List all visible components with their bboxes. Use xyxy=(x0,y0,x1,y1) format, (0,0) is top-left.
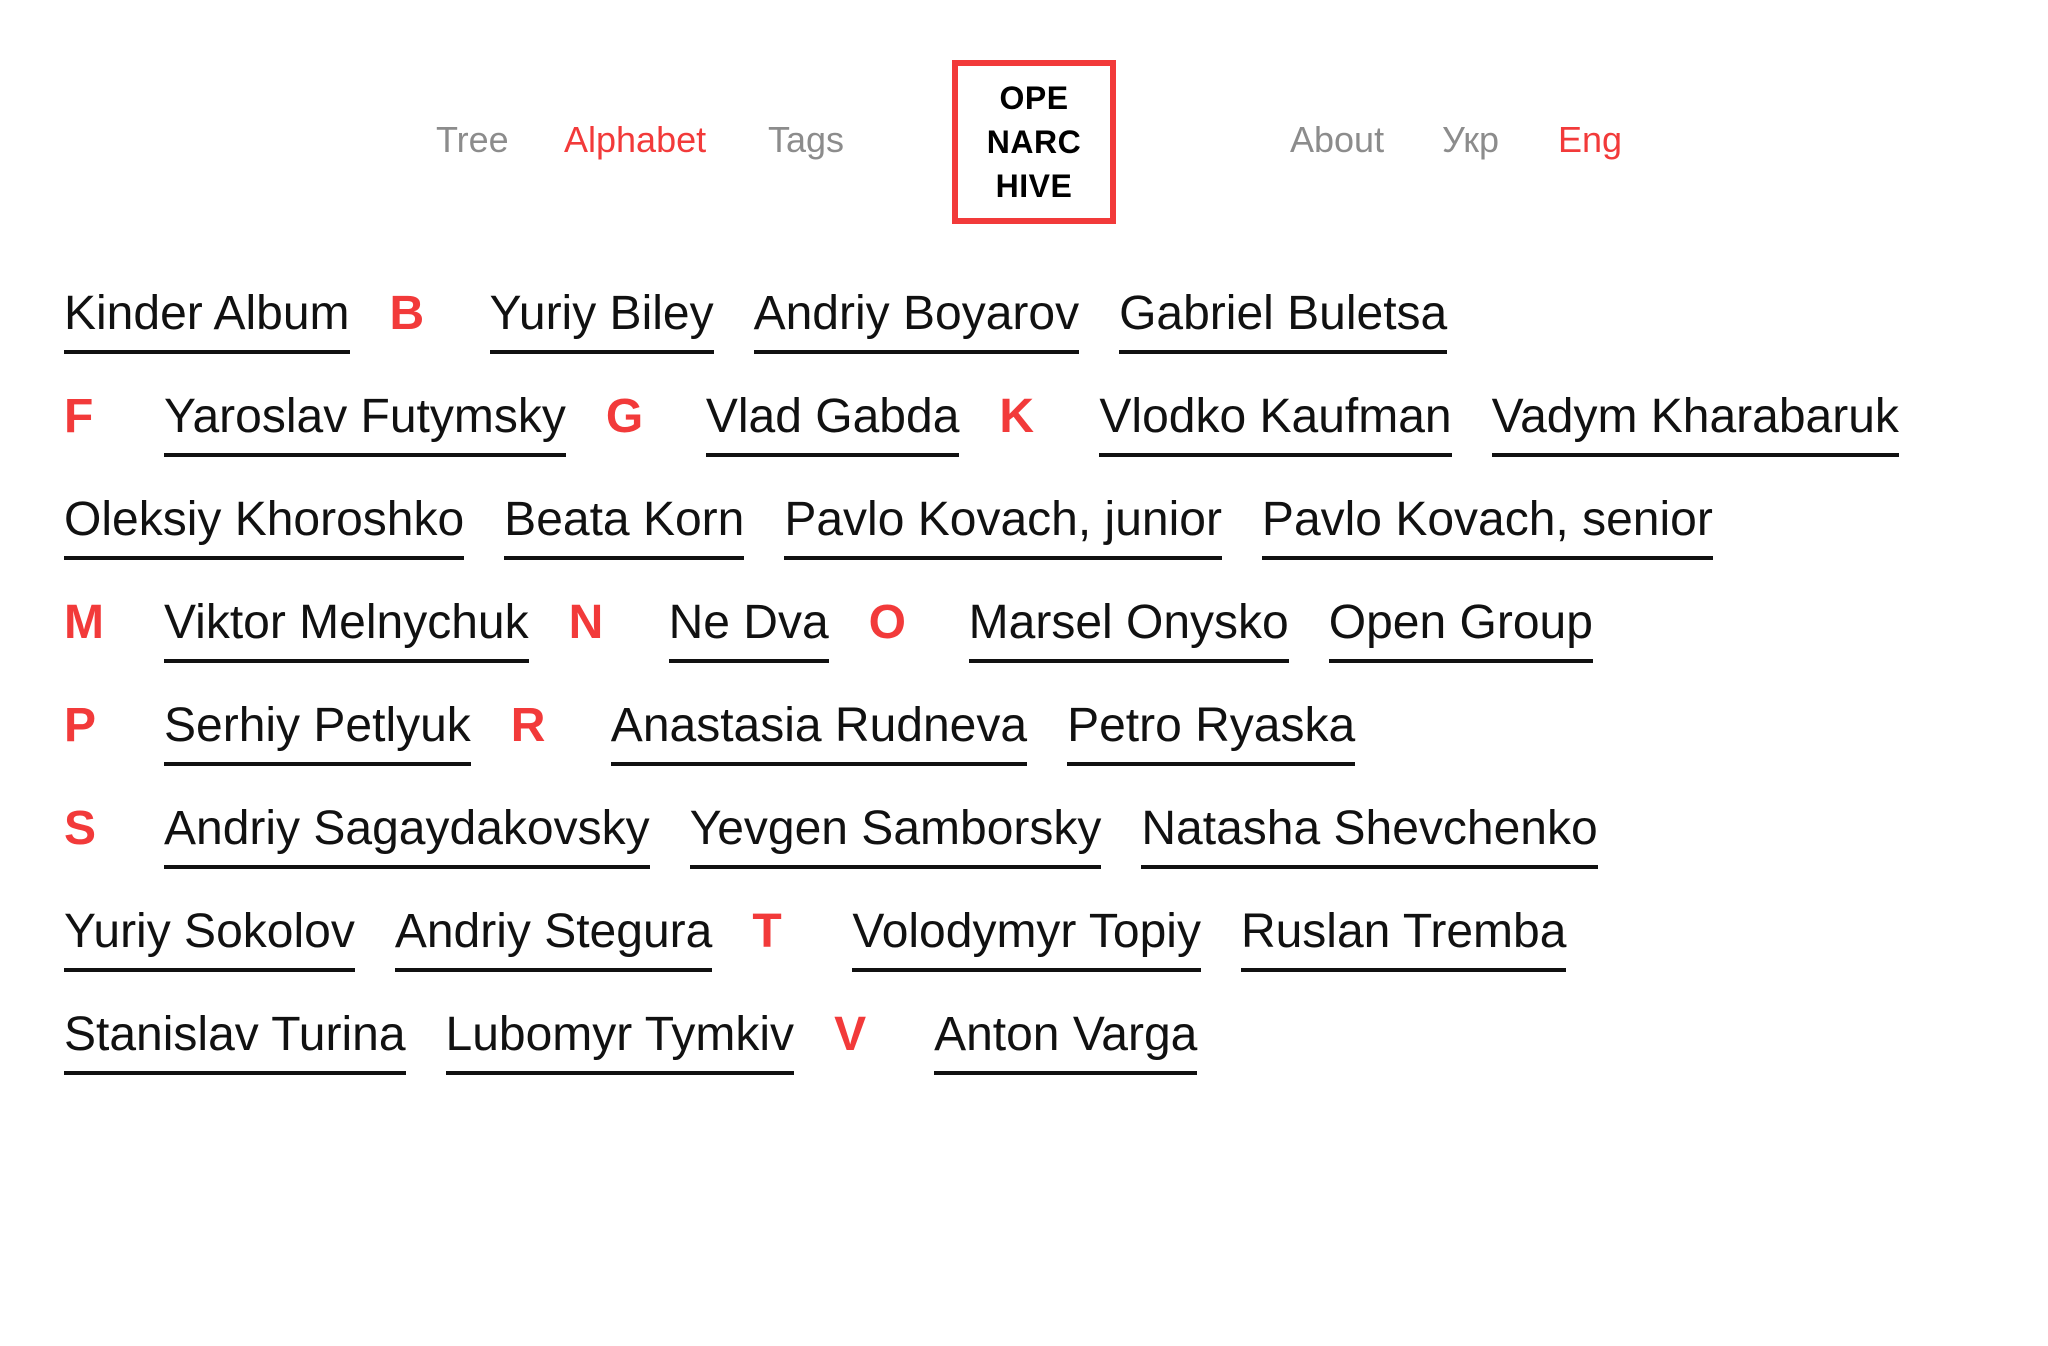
artist-link[interactable]: Kinder Album xyxy=(64,282,350,354)
letter-heading: F xyxy=(64,390,94,443)
alphabet-row: S Andriy Sagaydakovsky Yevgen Samborsky Nat… xyxy=(64,797,1994,900)
logo-line: OPE xyxy=(999,80,1069,116)
alphabet-row: M Viktor Melnychuk N Ne Dva O Marsel Onysko Op… xyxy=(64,591,1994,694)
nav-tags-link[interactable]: Tags xyxy=(768,116,844,164)
artist-link[interactable]: Viktor Melnychuk xyxy=(164,591,529,663)
artist-link[interactable]: Vlodko Kaufman xyxy=(1099,385,1452,457)
letter-heading: G xyxy=(605,390,644,443)
artist-link[interactable]: Ruslan Tremba xyxy=(1240,900,1567,972)
artist-link[interactable]: Vadym Kharabaruk xyxy=(1491,385,1899,457)
artist-link[interactable]: Yuriy Biley xyxy=(489,282,714,354)
language-ukr-link[interactable]: Укр xyxy=(1442,116,1499,164)
artist-link[interactable]: Serhiy Petlyuk xyxy=(164,694,471,766)
artist-link[interactable]: Volodymyr Topiy xyxy=(852,900,1201,972)
nav-about-link[interactable]: About xyxy=(1290,116,1384,164)
alphabet-row: P Serhiy Petlyuk R Anastasia Rudneva Petro R… xyxy=(64,694,1994,797)
artist-link[interactable]: Pavlo Kovach, junior xyxy=(784,488,1222,560)
artist-link[interactable]: Petro Ryaska xyxy=(1067,694,1356,766)
logo-line: HIVE xyxy=(995,168,1073,204)
artist-link[interactable]: Yaroslav Futymsky xyxy=(164,385,566,457)
logo[interactable]: OPE NARC HIVE xyxy=(952,60,1116,224)
letter-heading: R xyxy=(510,699,546,752)
letter-heading: O xyxy=(868,596,906,649)
artist-link[interactable]: Anton Varga xyxy=(934,1003,1198,1075)
artist-link[interactable]: Marsel Onysko xyxy=(968,591,1289,663)
alphabet-row: F Yaroslav Futymsky G Vlad Gabda K Vlodko Kau… xyxy=(64,385,1994,488)
alphabet-row: Kinder Album B Yuriy Biley Andriy Boyarov Ga… xyxy=(64,282,1994,385)
language-eng-link[interactable]: Eng xyxy=(1558,116,1622,164)
letter-heading: S xyxy=(64,802,97,855)
letter-heading: M xyxy=(64,596,104,649)
letter-heading: P xyxy=(64,699,97,752)
letter-heading: V xyxy=(834,1008,867,1061)
letter-heading: B xyxy=(389,287,425,340)
letter-heading: K xyxy=(999,390,1035,443)
artist-link[interactable]: Lubomyr Tymkiv xyxy=(445,1003,795,1075)
logo-line: NARC xyxy=(986,124,1082,160)
alphabet-row: Oleksiy Khoroshko Beata Korn Pavlo Kovach,… xyxy=(64,488,1994,591)
artist-link[interactable]: Andriy Boyarov xyxy=(753,282,1080,354)
artist-link[interactable]: Pavlo Kovach, senior xyxy=(1261,488,1713,560)
artist-link[interactable]: Ne Dva xyxy=(668,591,829,663)
artist-link[interactable]: Beata Korn xyxy=(504,488,745,560)
artist-link[interactable]: Andriy Stegura xyxy=(394,900,713,972)
letter-heading: N xyxy=(568,596,604,649)
artist-link[interactable]: Oleksiy Khoroshko xyxy=(64,488,465,560)
alphabet-row: Yuriy Sokolov Andriy Stegura T Volodymyr To… xyxy=(64,900,1994,1003)
artist-link[interactable]: Natasha Shevchenko xyxy=(1141,797,1598,869)
artist-link[interactable]: Yevgen Samborsky xyxy=(689,797,1102,869)
artist-link[interactable]: Open Group xyxy=(1328,591,1593,663)
nav-tree-link[interactable]: Tree xyxy=(436,116,509,164)
nav-alphabet-link[interactable]: Alphabet xyxy=(564,116,706,164)
alphabet-row: Stanislav Turina Lubomyr Tymkiv V Anton Var… xyxy=(64,1003,1994,1106)
artist-link[interactable]: Gabriel Buletsa xyxy=(1119,282,1448,354)
artist-link[interactable]: Anastasia Rudneva xyxy=(610,694,1028,766)
letter-heading: T xyxy=(752,905,782,958)
artist-link[interactable]: Vlad Gabda xyxy=(705,385,960,457)
artist-link[interactable]: Yuriy Sokolov xyxy=(64,900,355,972)
artist-link[interactable]: Stanislav Turina xyxy=(64,1003,406,1075)
alphabet-list: Kinder Album B Yuriy Biley Andriy Boyarov Ga… xyxy=(64,282,1994,1106)
artist-link[interactable]: Andriy Sagaydakovsky xyxy=(164,797,650,869)
